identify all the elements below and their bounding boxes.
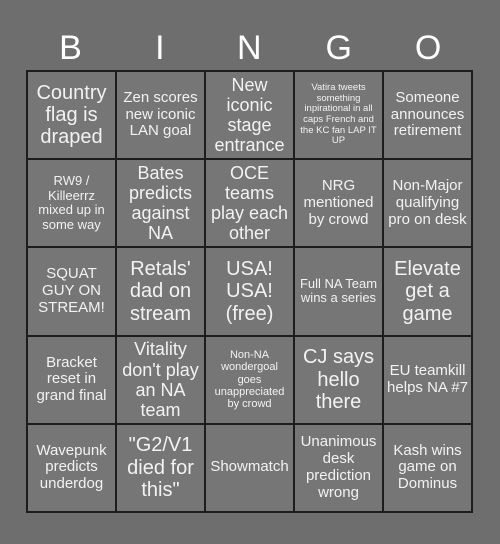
bingo-header-letter-i: I: [155, 29, 166, 67]
bingo-cell-label: Non-Major qualifying pro on desk: [388, 177, 467, 228]
bingo-cell-i3[interactable]: Retals' dad on stream: [117, 248, 206, 337]
bingo-cell-label: Showmatch: [210, 458, 289, 476]
bingo-cell-o2[interactable]: Non-Major qualifying pro on desk: [384, 160, 473, 249]
bingo-cell-b2[interactable]: RW9 / Killeerrz mixed up in some way: [28, 160, 117, 249]
bingo-cell-label: Someone announces retirement: [390, 88, 465, 140]
bingo-cell-n4[interactable]: Non-NA wondergoal goes unappreciated by …: [206, 336, 295, 425]
bingo-header-letter-n: N: [236, 29, 263, 67]
bingo-cell-g3[interactable]: Full NA Team wins a series: [295, 248, 384, 337]
bingo-cell-n3[interactable]: USA! USA! (free): [206, 248, 295, 337]
bingo-cell-o4[interactable]: EU teamkill helps NA #7: [384, 336, 473, 425]
bingo-cell-o3[interactable]: Elevate get a game: [384, 248, 473, 337]
bingo-card: B I N G O Country flag is draped Zen sco…: [0, 0, 500, 544]
bingo-cell-label: RW9 / Killeerrz mixed up in some way: [38, 173, 105, 232]
bingo-cell-label: Vitality don't play an NA team: [122, 339, 199, 420]
bingo-cell-b3[interactable]: SQUAT GUY ON STREAM!: [28, 248, 117, 337]
bingo-cell-o5[interactable]: Kash wins game on Dominus: [384, 424, 473, 513]
bingo-cell-i1[interactable]: Zen scores new iconic LAN goal: [117, 72, 206, 161]
bingo-cell-i4[interactable]: Vitality don't play an NA team: [117, 336, 206, 425]
bingo-cell-i2[interactable]: Bates predicts against NA: [117, 160, 206, 249]
bingo-header-letter-g: G: [325, 29, 353, 67]
bingo-cell-label: Bracket reset in grand final: [36, 353, 107, 405]
bingo-cell-label: Country flag is draped: [36, 81, 107, 149]
bingo-cell-label: CJ says hello there: [302, 346, 375, 413]
bingo-cell-label: Full NA Team wins a series: [299, 275, 378, 306]
bingo-cell-label: Unanimous desk prediction wrong: [300, 433, 377, 501]
bingo-cell-g5[interactable]: Unanimous desk prediction wrong: [295, 424, 384, 513]
bingo-cell-label: Bates predicts against NA: [128, 162, 193, 244]
bingo-cell-n5[interactable]: Showmatch: [206, 424, 295, 513]
bingo-cell-label: OCE teams play each other: [210, 162, 289, 244]
bingo-cell-n1[interactable]: New iconic stage entrance: [206, 72, 295, 161]
bingo-cell-o1[interactable]: Someone announces retirement: [384, 72, 473, 161]
bingo-cell-label: New iconic stage entrance: [214, 74, 285, 156]
bingo-cell-b4[interactable]: Bracket reset in grand final: [28, 336, 117, 425]
bingo-cell-label: Retals' dad on stream: [129, 257, 192, 325]
bingo-cell-b1[interactable]: Country flag is draped: [28, 72, 117, 161]
bingo-cell-g1[interactable]: Vatira tweets something inpirational in …: [295, 72, 384, 161]
bingo-cell-label: Wavepunk predicts underdog: [36, 441, 107, 493]
bingo-cell-label: Zen scores new iconic LAN goal: [123, 88, 198, 140]
bingo-cell-label: "G2/V1 died for this": [127, 434, 194, 502]
bingo-header-letter-o: O: [414, 29, 442, 67]
bingo-cell-label: EU teamkill helps NA #7: [387, 361, 468, 396]
bingo-cell-label: Non-NA wondergoal goes unappreciated by …: [214, 348, 285, 411]
bingo-cell-b5[interactable]: Wavepunk predicts underdog: [28, 424, 117, 513]
bingo-cell-i5[interactable]: "G2/V1 died for this": [117, 424, 206, 513]
bingo-cell-label: Kash wins game on Dominus: [393, 441, 462, 493]
bingo-cell-label: NRG mentioned by crowd: [303, 177, 374, 228]
bingo-cell-label: Vatira tweets something inpirational in …: [300, 82, 377, 147]
bingo-cell-g2[interactable]: NRG mentioned by crowd: [295, 160, 384, 249]
bingo-cell-n2[interactable]: OCE teams play each other: [206, 160, 295, 249]
bingo-cell-label: USA! USA! (free): [225, 257, 274, 325]
bingo-grid: Country flag is draped Zen scores new ic…: [26, 70, 473, 513]
bingo-header-letter-b: B: [59, 29, 83, 67]
bingo-cell-label: Elevate get a game: [394, 257, 461, 325]
bingo-cell-g4[interactable]: CJ says hello there: [295, 336, 384, 425]
bingo-cell-label: SQUAT GUY ON STREAM!: [38, 265, 105, 316]
bingo-header: B I N G O: [26, 26, 473, 70]
